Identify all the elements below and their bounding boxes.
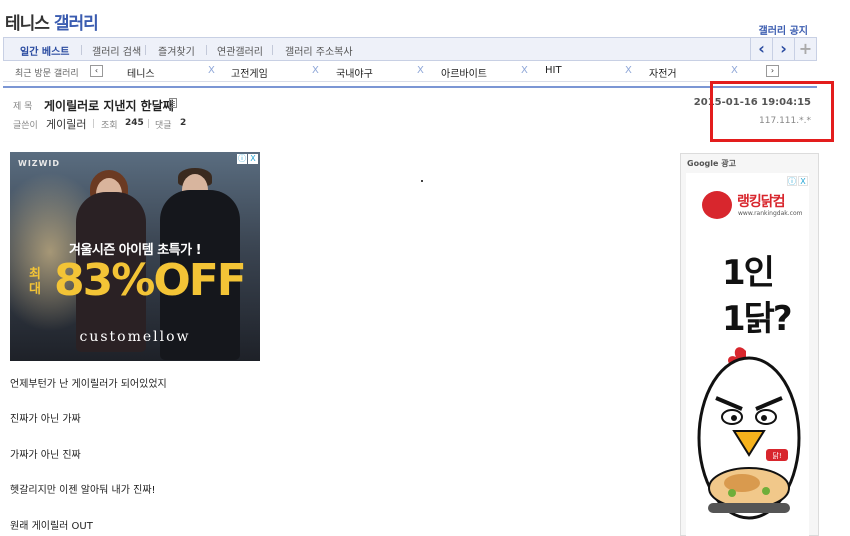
subject-label: 제 목 <box>13 102 33 112</box>
chevron-left-icon[interactable]: ‹ <box>750 38 772 60</box>
author-label: 글쓴이 <box>13 121 38 131</box>
meta-divider <box>93 119 94 128</box>
ad-logo-emblem <box>702 191 732 219</box>
ad-banner-left[interactable]: WIZWID ⓘ X 겨울시즌 아이템 초특가 ! 최대 83%OFF cust… <box>10 152 260 361</box>
document-icon <box>169 98 177 108</box>
recent-next-button[interactable]: › <box>766 65 779 77</box>
google-ad-label: Google 광고 <box>687 159 736 168</box>
ad-choices-badge[interactable]: ⓘ X <box>787 176 808 186</box>
gallery-notice-link[interactable]: 갤러리 공지 <box>759 22 808 37</box>
ad-wordmark: customellow <box>79 329 191 345</box>
ad-line-1: 1인 <box>722 253 775 293</box>
tab-divider <box>272 45 273 55</box>
close-icon[interactable]: X <box>417 65 424 76</box>
post-body-line: 언제부턴가 난 게이릴러가 되어있었지 <box>10 379 167 390</box>
ad-choices-badge[interactable]: ⓘ X <box>237 154 258 164</box>
ad-banner-right[interactable]: ⓘ X 랭킹닭컴 www.rankingdak.com 1인 1닭? 닭! <box>686 173 809 536</box>
chicken-mascot-icon: 닭! <box>697 347 801 520</box>
recent-galleries-label: 최근 방문 갤러리 <box>15 69 79 79</box>
tab-daily-best[interactable]: 일간 베스트 <box>20 43 69 58</box>
ad-discount: 83%OFF <box>54 255 247 306</box>
gallery-title[interactable]: 테니스 갤러리 <box>5 9 99 34</box>
gallery-suffix: 갤러리 <box>53 14 99 34</box>
chevron-right-icon[interactable]: › <box>772 38 794 60</box>
recent-gallery-item[interactable]: 아르바이트 <box>441 65 487 80</box>
views-label: 조회 <box>101 121 118 131</box>
gallery-name: 테니스 <box>5 14 50 34</box>
ad-logo-url: www.rankingdak.com <box>738 210 803 217</box>
close-icon[interactable]: X <box>208 65 215 76</box>
info-icon[interactable]: ⓘ <box>787 176 797 186</box>
tab-divider <box>81 45 82 55</box>
post-body-line: 원래 게이릴러 OUT <box>10 521 93 532</box>
tab-divider <box>206 45 207 55</box>
highlight-box <box>710 81 834 142</box>
mascot-bubble: 닭! <box>772 452 781 460</box>
content-dot <box>421 180 423 182</box>
gallery-tab-bar: 일간 베스트 갤러리 검색 즐겨찾기 연관갤러리 갤러리 주소복사 ‹ › + <box>3 37 817 61</box>
views-count: 245 <box>125 118 144 128</box>
comments-label: 댓글 <box>155 121 172 131</box>
recent-gallery-item[interactable]: HIT <box>545 65 562 76</box>
plus-icon[interactable]: + <box>794 38 816 60</box>
meta-divider <box>148 119 149 128</box>
recent-gallery-item[interactable]: 자전거 <box>649 65 677 80</box>
ad-logo: 랭킹닭컴 <box>737 194 786 210</box>
close-icon[interactable]: X <box>625 65 632 76</box>
tab-related-gallery[interactable]: 연관갤러리 <box>217 43 263 58</box>
recent-gallery-item[interactable]: 국내야구 <box>336 65 373 80</box>
post-body-line: 진짜가 아닌 가짜 <box>10 414 81 425</box>
tab-copy-address[interactable]: 갤러리 주소복사 <box>285 43 353 58</box>
recent-prev-button[interactable]: ‹ <box>90 65 103 77</box>
recent-gallery-item[interactable]: 테니스 <box>127 65 155 80</box>
close-icon[interactable]: X <box>521 65 528 76</box>
close-icon[interactable]: X <box>798 176 808 186</box>
tab-gallery-search[interactable]: 갤러리 검색 <box>92 43 141 58</box>
close-icon[interactable]: X <box>312 65 319 76</box>
tab-divider <box>145 45 146 55</box>
ad-line-2: 1닭? <box>722 299 793 339</box>
tab-favorites[interactable]: 즐겨찾기 <box>158 43 195 58</box>
recent-gallery-item[interactable]: 고전게임 <box>231 65 268 80</box>
comments-count: 2 <box>180 118 187 128</box>
ad-brand: WIZWID <box>18 159 61 168</box>
info-icon[interactable]: ⓘ <box>237 154 247 164</box>
post-header: 제 목 게이릴러로 지낸지 한달째 글쓴이 게이릴러 조회 245 댓글 2 2… <box>3 86 817 138</box>
post-body-line: 가짜가 아닌 진짜 <box>10 450 81 461</box>
post-author[interactable]: 게이릴러 <box>46 116 86 132</box>
ad-discount-prefix: 최대 <box>29 267 41 297</box>
post-body-line: 헷갈리지만 이젠 알아둬 내가 진짜! <box>10 485 156 496</box>
close-icon[interactable]: X <box>731 65 738 76</box>
close-icon[interactable]: X <box>248 154 258 164</box>
recent-galleries-bar: 최근 방문 갤러리 ‹ 테니스 X 고전게임 X 국내야구 X 아르바이트 X … <box>3 61 817 82</box>
post-subject: 게이릴러로 지낸지 한달째 <box>44 99 174 113</box>
